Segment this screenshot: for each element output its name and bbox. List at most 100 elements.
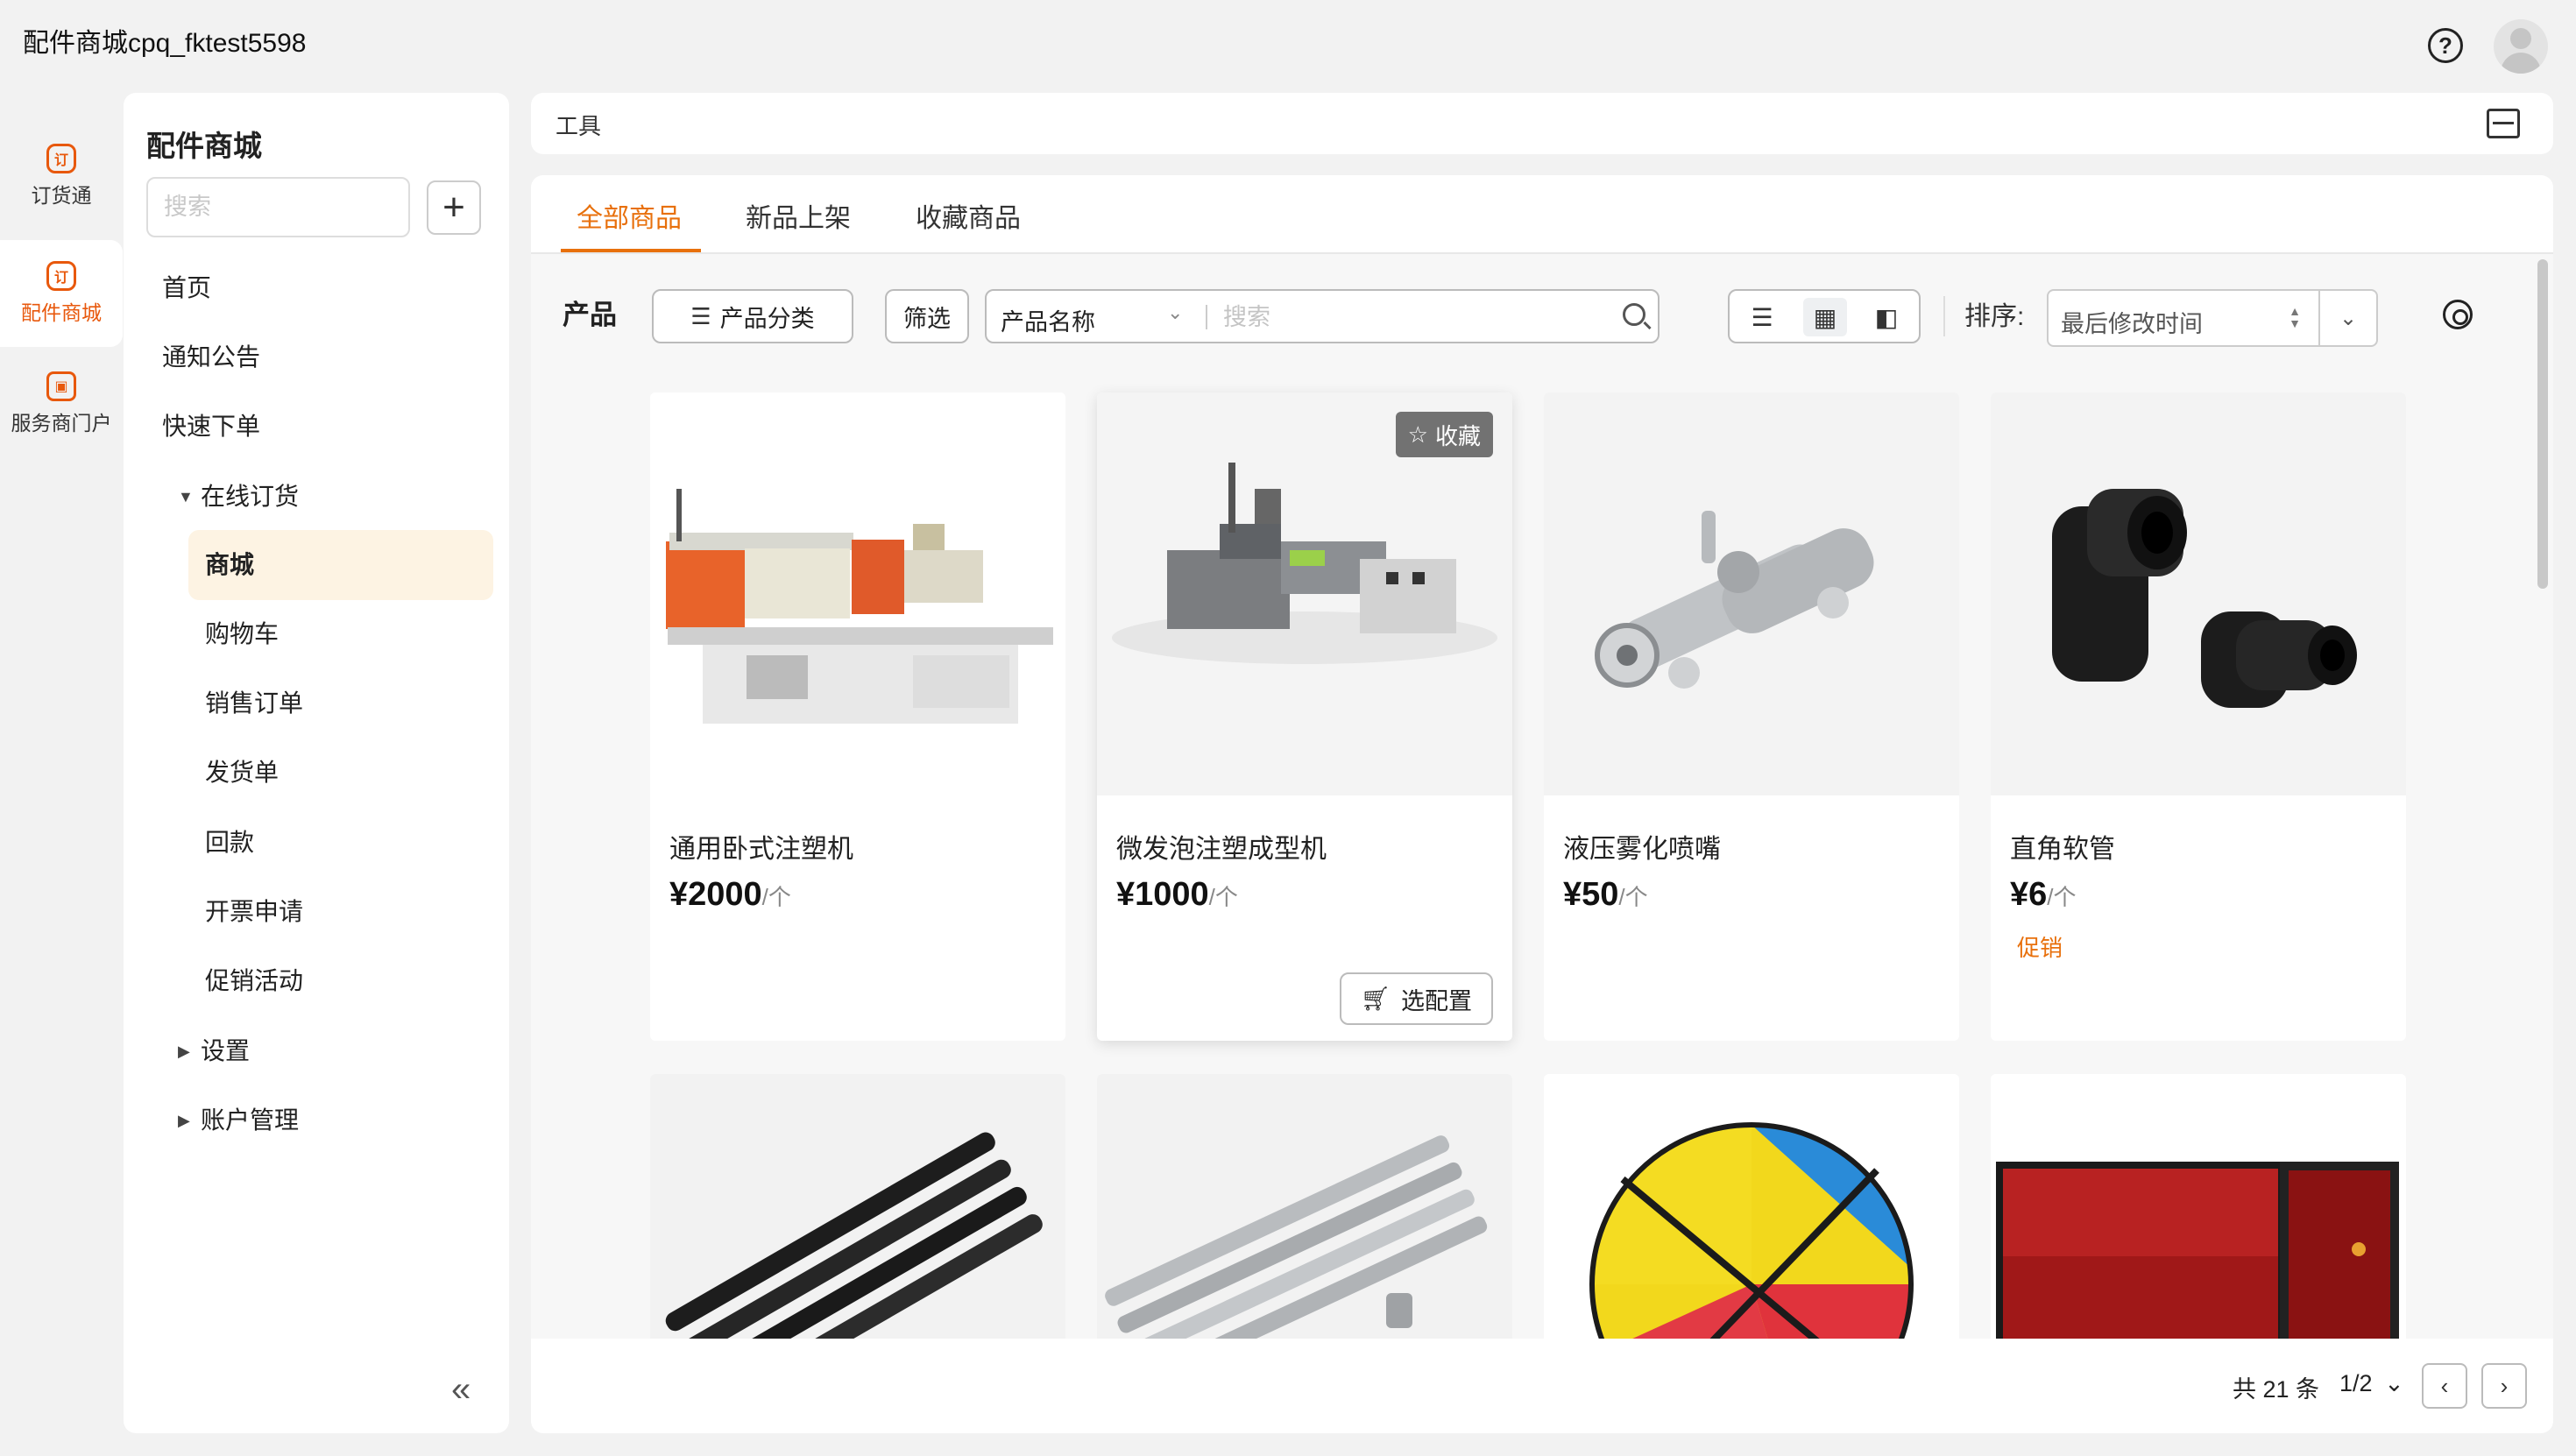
help-icon[interactable]: ? [2428, 28, 2463, 63]
filter-title: 产品 [563, 300, 617, 330]
cart-icon: 🛒︎ [1360, 986, 1391, 1012]
product-grid: 通用卧式注塑机 ¥2000/个 ☆ 收藏 微发泡注塑成型机 ¥1000/个 🛒︎… [531, 364, 2527, 1433]
clipboard-icon: ▣ [46, 371, 76, 401]
order-app-icon: 订 [46, 144, 76, 173]
product-price: ¥6/个 [2010, 876, 2077, 913]
sort-direction-dropdown[interactable]: ⌄ [2318, 289, 2378, 347]
product-image [1991, 392, 2406, 795]
product-price: ¥2000/个 [669, 876, 791, 913]
promotion-tag: 促销 [2017, 935, 2063, 961]
main-content: 全部商品 新品上架 收藏商品 产品 ☰ 产品分类 筛选 产品名称 ⌄ ☰ ▦ ◧… [531, 175, 2553, 1433]
rail-label: 服务商门户 [11, 412, 112, 435]
page-selector[interactable]: 1/2 ⌄ [2339, 1370, 2404, 1397]
avatar-head [2510, 28, 2531, 49]
chevron-down-icon: ⌄ [2384, 1370, 2404, 1396]
settings-icon[interactable] [2443, 300, 2473, 329]
rail-label: 订货通 [31, 184, 92, 207]
caret-right-icon: ▶ [178, 1043, 190, 1060]
nav-item-label: 账户管理 [201, 1106, 300, 1134]
rail-item-parts-mall[interactable]: 订 配件商城 [0, 240, 123, 347]
nav-item-mall[interactable]: 商城 [205, 548, 254, 583]
nav-item-shipments[interactable]: 发货单 [205, 755, 279, 790]
scrollbar-thumb[interactable] [2537, 259, 2548, 589]
avatar-body [2501, 53, 2541, 74]
nav-item-invoice-request[interactable]: 开票申请 [205, 894, 303, 929]
rail-label: 配件商城 [21, 301, 102, 324]
grid-view-icon[interactable]: ▦ [1803, 298, 1847, 336]
split-view-icon[interactable]: ◧ [1865, 298, 1908, 336]
product-card[interactable]: 直角软管 ¥6/个 促销 [1991, 392, 2406, 1041]
product-name: 微发泡注塑成型机 [1116, 835, 1327, 864]
active-tab-indicator [561, 249, 701, 252]
nav-item-online-ordering[interactable]: ▼ 在线订货 [178, 479, 300, 514]
tab-all-products[interactable]: 全部商品 [577, 196, 682, 235]
product-name: 通用卧式注塑机 [669, 835, 853, 864]
pagination-bar: 共 21 条 1/2 ⌄ ‹ › [531, 1339, 2553, 1433]
nav-item-payments[interactable]: 回款 [205, 825, 254, 860]
mall-app-icon: 订 [46, 261, 76, 291]
tools-label: 工具 [556, 113, 602, 139]
favorite-label: 收藏 [1434, 422, 1481, 449]
total-count: 共 21 条 [2233, 1376, 2320, 1403]
nav-add-button[interactable]: + [427, 180, 481, 235]
product-name: 直角软管 [2010, 835, 2115, 864]
prev-page-button[interactable]: ‹ [2422, 1363, 2467, 1409]
config-label: 选配置 [1401, 987, 1472, 1014]
rail-item-service-portal[interactable]: ▣ 服务商门户 [0, 350, 123, 457]
divider [1943, 296, 1945, 336]
tab-favorites[interactable]: 收藏商品 [916, 196, 1021, 235]
side-nav: 配件商城 + 首页 通知公告 快速下单 ▼ 在线订货 商城 购物车 销售订单 发… [124, 93, 509, 1433]
sort-arrows-icon: ▲ ▼ [2289, 304, 2301, 330]
product-name: 液压雾化喷嘴 [1563, 835, 1721, 864]
list-icon: ☰ [690, 302, 711, 329]
rail-item-dinghuotong[interactable]: 订 订货通 [0, 123, 123, 230]
product-card[interactable]: ☆ 收藏 微发泡注塑成型机 ¥1000/个 🛒︎ 选配置 [1097, 392, 1512, 1041]
top-bar: 配件商城cpq_fktest5598 ? [0, 0, 2576, 88]
sort-field-select[interactable]: 最后修改时间 ▲ ▼ [2047, 289, 2320, 347]
search-icon[interactable] [1623, 303, 1645, 326]
vertical-scrollbar[interactable] [2534, 256, 2551, 1326]
product-search-combo: 产品名称 ⌄ [985, 289, 1660, 343]
inbox-tray-icon[interactable] [2487, 109, 2520, 138]
star-icon: ☆ [1407, 421, 1428, 448]
product-search-input[interactable] [1223, 300, 1609, 335]
select-config-button[interactable]: 🛒︎ 选配置 [1339, 972, 1493, 1025]
sort-label: 排序: [1964, 302, 2025, 331]
caret-down-icon: ▼ [178, 488, 194, 505]
next-page-button[interactable]: › [2481, 1363, 2527, 1409]
nav-item-label: 在线订货 [201, 483, 300, 510]
product-card[interactable]: 液压雾化喷嘴 ¥50/个 [1544, 392, 1959, 1041]
filter-button[interactable]: 筛选 [885, 289, 969, 343]
nav-item-cart[interactable]: 购物车 [205, 617, 279, 652]
page-indicator: 1/2 [2339, 1370, 2373, 1396]
list-view-icon[interactable]: ☰ [1740, 298, 1784, 336]
nav-search-input[interactable] [146, 177, 410, 237]
category-button[interactable]: ☰ 产品分类 [652, 289, 853, 343]
tools-bar: 工具 [531, 93, 2553, 154]
app-title: 配件商城cpq_fktest5598 [23, 29, 307, 58]
product-price: ¥50/个 [1563, 876, 1648, 913]
nav-item-sales-orders[interactable]: 销售订单 [205, 686, 303, 721]
search-field-select[interactable]: 产品名称 [1001, 303, 1095, 337]
collapse-sidebar-icon[interactable]: « [451, 1372, 471, 1407]
nav-item-promotions[interactable]: 促销活动 [205, 964, 303, 999]
nav-item-home[interactable]: 首页 [162, 271, 211, 306]
product-image [650, 392, 1065, 795]
chevron-down-icon: ⌄ [1167, 301, 1184, 323]
nav-item-account[interactable]: ▶ 账户管理 [178, 1103, 300, 1138]
nav-item-notices[interactable]: 通知公告 [162, 340, 260, 375]
avatar[interactable] [2494, 19, 2548, 74]
view-toggle-group: ☰ ▦ ◧ [1728, 289, 1921, 343]
nav-item-quick-order[interactable]: 快速下单 [162, 409, 260, 444]
product-price: ¥1000/个 [1116, 876, 1238, 913]
product-tabs: 全部商品 新品上架 收藏商品 [531, 175, 2553, 254]
nav-item-settings[interactable]: ▶ 设置 [178, 1034, 250, 1069]
caret-right-icon: ▶ [178, 1112, 190, 1129]
product-card[interactable]: 通用卧式注塑机 ¥2000/个 [650, 392, 1065, 1041]
category-label: 产品分类 [719, 305, 815, 332]
favorite-button[interactable]: ☆ 收藏 [1395, 412, 1493, 457]
tab-new-arrivals[interactable]: 新品上架 [746, 196, 851, 235]
sort-value: 最后修改时间 [2061, 311, 2203, 337]
nav-title: 配件商城 [146, 130, 262, 162]
divider [1206, 305, 1207, 329]
